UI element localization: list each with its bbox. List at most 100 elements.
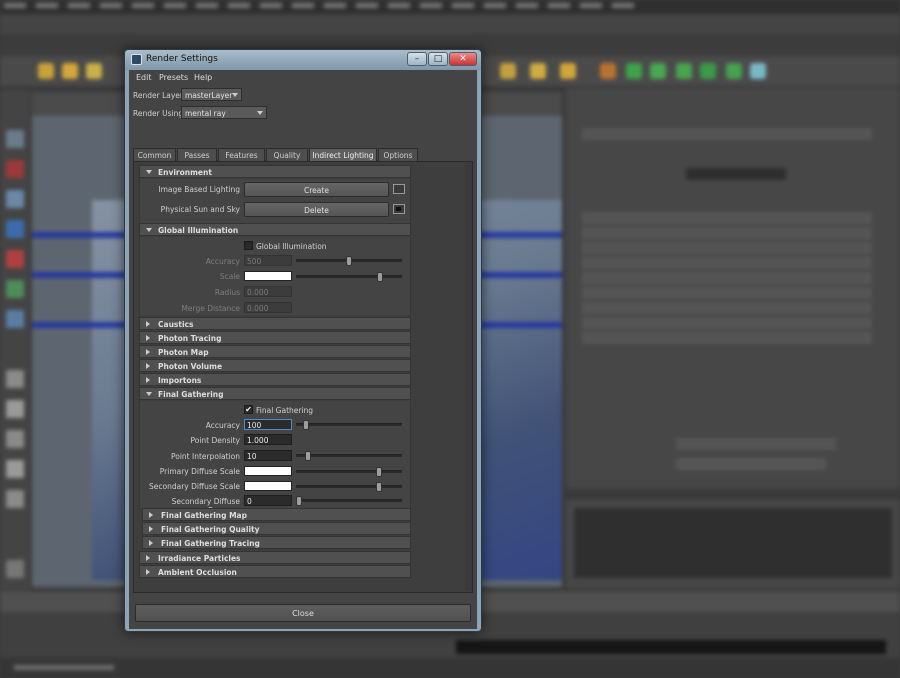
final-gathering-checkbox-label: Final Gathering — [256, 406, 314, 415]
tab-features[interactable]: Features — [218, 148, 265, 161]
section-photon-volume[interactable]: Photon Volume — [139, 359, 411, 372]
gi-scale-slider[interactable] — [296, 272, 402, 282]
menu-help[interactable]: Help — [194, 73, 212, 82]
global-illumination-checkbox-label: Global Illumination — [256, 242, 327, 251]
final-gathering-checkbox[interactable]: ✔ — [244, 405, 253, 414]
ibl-create-button[interactable]: Create — [244, 182, 389, 197]
fg-secondary-diffuse-scale-label: Secondary Diffuse Scale — [149, 482, 240, 491]
fg-point-interpolation-field[interactable]: 10 — [244, 450, 292, 461]
window-close-button[interactable]: ✕ — [449, 52, 477, 66]
minimize-button[interactable]: – — [407, 52, 427, 66]
bg-attribute-editor — [566, 88, 900, 588]
section-global-illumination[interactable]: Global Illumination — [139, 223, 411, 236]
section-final-gathering-map[interactable]: Final Gathering Map — [142, 508, 411, 521]
fg-secondary-diffuse-bounces-slider[interactable] — [296, 496, 402, 506]
collapse-triangle-icon — [149, 512, 153, 518]
fg-secondary-diffuse-scale-swatch[interactable] — [244, 481, 292, 491]
section-photon-map[interactable]: Photon Map — [139, 345, 411, 358]
render-settings-window: Render Settings – □ ✕ Edit Presets Help … — [124, 49, 482, 632]
expand-triangle-icon — [146, 392, 152, 396]
gi-accuracy-slider[interactable] — [296, 256, 402, 266]
global-illumination-body: Global Illumination Accuracy 500 Scale R… — [139, 237, 411, 315]
section-irradiance-particles[interactable]: Irradiance Particles — [139, 551, 411, 564]
render-layer-dropdown[interactable]: masterLayer — [181, 88, 242, 101]
slider-thumb[interactable] — [305, 451, 311, 461]
close-button[interactable]: Close — [135, 604, 471, 622]
gi-merge-distance-field[interactable]: 0.000 — [244, 302, 292, 313]
gi-accuracy-label: Accuracy — [205, 257, 240, 266]
render-tabs: Common Passes Features Quality Indirect … — [133, 148, 473, 161]
slider-thumb[interactable] — [303, 420, 309, 430]
tab-quality[interactable]: Quality — [266, 148, 308, 161]
tab-indirect-lighting[interactable]: Indirect Lighting — [309, 148, 377, 161]
window-menubar: Edit Presets Help — [129, 70, 477, 85]
ibl-label: Image Based Lighting — [158, 185, 240, 194]
sun-sky-label: Physical Sun and Sky — [160, 205, 240, 214]
map-output-icon[interactable] — [393, 184, 405, 194]
bg-toolbox — [0, 90, 30, 610]
gi-scale-label: Scale — [219, 272, 240, 281]
fg-accuracy-field[interactable]: 100 — [244, 419, 292, 430]
environment-body: Image Based Lighting Create Physical Sun… — [139, 179, 411, 223]
section-photon-tracing[interactable]: Photon Tracing — [139, 331, 411, 344]
tab-passes[interactable]: Passes — [177, 148, 217, 161]
global-illumination-checkbox[interactable] — [244, 241, 253, 250]
menu-presets[interactable]: Presets — [159, 73, 188, 82]
section-final-gathering-tracing[interactable]: Final Gathering Tracing — [142, 536, 411, 549]
window-title-bar[interactable]: Render Settings – □ ✕ — [125, 50, 481, 70]
fg-secondary-diffuse-scale-slider[interactable] — [296, 482, 402, 492]
gi-accuracy-field[interactable]: 500 — [244, 255, 292, 266]
fg-point-density-label: Point Density — [190, 436, 240, 445]
render-using-label: Render Using — [133, 109, 184, 118]
chevron-down-icon — [257, 111, 263, 115]
fg-point-interpolation-slider[interactable] — [296, 451, 402, 461]
section-environment[interactable]: Environment — [139, 165, 411, 178]
fg-point-interpolation-label: Point Interpolation — [170, 452, 240, 461]
fg-primary-diffuse-scale-swatch[interactable] — [244, 466, 292, 476]
collapse-triangle-icon — [146, 569, 150, 575]
collapse-triangle-icon — [146, 335, 150, 341]
section-importons[interactable]: Importons — [139, 373, 411, 386]
sun-sky-delete-button[interactable]: Delete — [244, 202, 389, 217]
chevron-down-icon — [232, 93, 238, 97]
section-ambient-occlusion[interactable]: Ambient Occlusion — [139, 565, 411, 578]
expand-triangle-icon — [146, 228, 152, 232]
render-using-dropdown[interactable]: mental ray — [181, 106, 267, 119]
app-icon — [131, 54, 142, 65]
window-title: Render Settings — [146, 54, 218, 64]
collapse-triangle-icon — [146, 321, 150, 327]
tab-common[interactable]: Common — [133, 148, 176, 161]
render-layer-value: masterLayer — [185, 91, 233, 100]
render-using-value: mental ray — [185, 109, 226, 118]
indirect-lighting-panel: Environment Image Based Lighting Create … — [133, 161, 473, 593]
map-input-icon[interactable] — [393, 204, 405, 214]
collapse-triangle-icon — [146, 555, 150, 561]
gi-scale-color-swatch[interactable] — [244, 271, 292, 281]
gi-radius-label: Radius — [214, 288, 240, 297]
slider-thumb[interactable] — [376, 482, 382, 492]
expand-triangle-icon — [146, 170, 152, 174]
slider-thumb[interactable] — [377, 272, 383, 282]
fg-secondary-diffuse-bounces-field[interactable]: 0 — [244, 495, 292, 506]
gi-radius-field[interactable]: 0.000 — [244, 286, 292, 297]
panel-scrollbar[interactable] — [465, 163, 472, 591]
slider-thumb[interactable] — [346, 256, 352, 266]
section-caustics[interactable]: Caustics — [139, 317, 411, 330]
slider-thumb[interactable] — [296, 496, 302, 506]
gi-merge-distance-label: Merge Distance — [181, 304, 240, 313]
maximize-button[interactable]: □ — [428, 52, 448, 66]
slider-thumb[interactable] — [376, 467, 382, 477]
section-final-gathering[interactable]: Final Gathering — [139, 387, 411, 400]
fg-point-density-field[interactable]: 1.000 — [244, 434, 292, 445]
tab-options[interactable]: Options — [378, 148, 418, 161]
fg-primary-diffuse-scale-label: Primary Diffuse Scale — [159, 467, 240, 476]
fg-primary-diffuse-scale-slider[interactable] — [296, 467, 402, 477]
menu-edit[interactable]: Edit — [136, 73, 152, 82]
section-final-gathering-quality[interactable]: Final Gathering Quality — [142, 522, 411, 535]
bg-main-menubar — [0, 0, 900, 14]
fg-accuracy-label: Accuracy — [205, 421, 240, 430]
bg-help-line — [0, 658, 900, 678]
bg-status-line — [0, 14, 900, 36]
collapse-triangle-icon — [146, 377, 150, 383]
fg-accuracy-slider[interactable] — [296, 420, 402, 430]
